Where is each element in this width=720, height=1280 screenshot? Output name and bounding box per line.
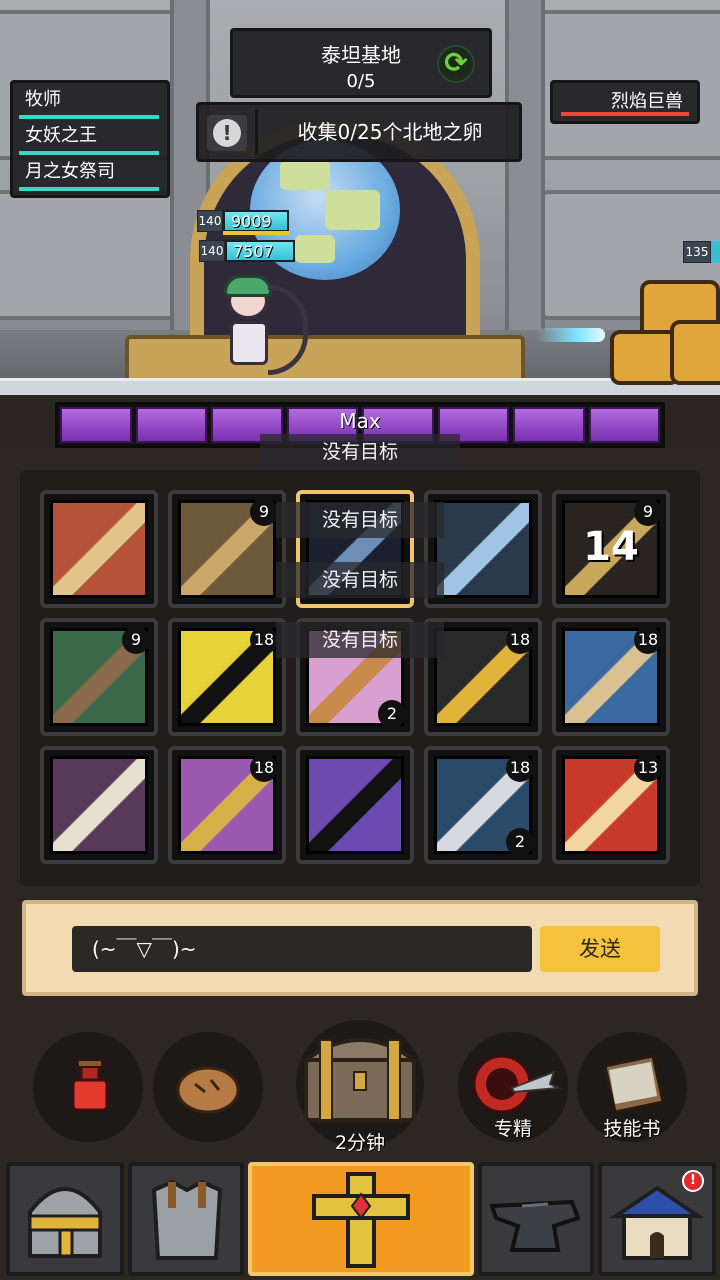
treasure-chest-icon [299,1038,421,1122]
golden-cross-icon [312,1172,410,1268]
party-member[interactable]: 月之女祭司 [13,155,167,191]
quest-text: 收集0/25个北地之卵 [297,120,483,144]
base-info-panel[interactable]: 泰坦基地 0/5 ⟳ [230,28,492,98]
boss-hp-bar [561,112,689,116]
anvil-icon [489,1199,581,1252]
skill-slot[interactable]: 18 [168,746,286,864]
no-target-tooltip: 没有目标 [260,434,460,470]
party-member[interactable]: 牧师 [13,83,167,119]
party-member[interactable]: 女妖之王 [13,119,167,155]
boss-panel[interactable]: 烈焰巨兽 [550,80,700,124]
potion-icon [71,1059,109,1112]
chest-button[interactable]: 2分钟 [296,1020,424,1154]
skill-countdown: 14 [583,524,639,570]
party-member-name: 牧师 [25,89,61,110]
ice-bolt-projectile [535,328,605,342]
wall-panel [0,190,180,320]
skill-slot[interactable]: 18 [552,618,670,736]
no-target-tooltip: 没有目标 [276,502,444,538]
hero-character[interactable] [210,275,308,385]
nav-anvil-tab[interactable] [478,1162,594,1276]
party-list: 牧师 女妖之王 月之女祭司 [10,80,170,198]
skill-slot[interactable] [296,746,414,864]
skill-slot[interactable]: 9 [168,490,286,608]
send-button[interactable]: 发送 [540,926,660,972]
skill-cooldown-badge: 13 [634,754,662,782]
bread-icon [176,1066,240,1114]
boss-name: 烈焰巨兽 [611,91,683,112]
skill-stack-badge: 2 [378,700,406,728]
nav-armor-tab[interactable] [128,1162,244,1276]
skill-cooldown-badge: 18 [250,754,278,782]
portal-shard [280,160,330,190]
chest-armor-icon [151,1179,223,1260]
potion-button[interactable] [33,1032,143,1142]
skill-cooldown-badge: 9 [250,498,278,526]
grin-teeth-icon [50,756,148,854]
skill-cooldown-badge: 18 [506,754,534,782]
pillar [505,0,545,330]
nav-talisman-tab[interactable] [248,1162,474,1276]
party-member-name: 女妖之王 [25,125,97,146]
notification-badge: ! [682,1170,704,1192]
refresh-icon[interactable]: ⟳ [437,45,475,83]
skill-slot[interactable] [40,490,158,608]
enemy-stat: 135 [683,241,720,263]
skill-cooldown-badge: 9 [634,498,662,526]
enemy-hp-value [711,241,720,263]
frost-rune-icon [434,500,532,598]
no-target-tooltip: 没有目标 [276,622,444,658]
helmet-icon [28,1187,102,1258]
portal-shard [295,235,335,263]
gate-base [125,335,525,383]
skillbook-label: 技能书 [603,1118,661,1140]
quest-panel[interactable]: ! 收集0/25个北地之卵 [196,102,522,162]
hero-shield-bar [223,231,289,235]
skill-cooldown-badge: 18 [634,626,662,654]
chat-input[interactable]: (~￣▽￣)~ [72,926,532,972]
specialization-button[interactable]: 专精 [458,1032,568,1142]
hero-level-label: 140 [197,210,223,232]
skillbook-button[interactable]: 技能书 [577,1032,687,1142]
enemy-character[interactable] [610,270,720,390]
chat-bar: (~￣▽￣)~ 发送 [22,900,698,996]
hero-body [230,321,268,365]
chest-timer: 2分钟 [334,1132,386,1154]
party-member-hp-bar [19,187,159,191]
quest-alert-button[interactable]: ! [207,115,247,151]
divider [255,109,258,155]
skill-cooldown-badge: 18 [250,626,278,654]
rage-bar-label: Max [339,409,381,433]
party-member-name: 月之女祭司 [25,161,115,182]
skill-slot[interactable] [40,746,158,864]
enemy-block [670,320,720,385]
portal-shard [325,190,380,230]
hero-level-label: 140 [199,240,225,262]
skill-slot[interactable]: 18 2 [424,746,542,864]
food-button[interactable] [153,1032,263,1142]
nav-helmet-tab[interactable] [6,1162,124,1276]
alert-icon: ! [213,119,241,147]
fire-slash-icon [50,500,148,598]
skill-cooldown-badge: 18 [506,626,534,654]
nav-town-tab[interactable]: ! [598,1162,716,1276]
skill-slot[interactable]: 13 [552,746,670,864]
enemy-level-label: 135 [683,241,711,263]
skill-cooldown-badge: 9 [122,626,150,654]
skill-slot[interactable]: 9 14 [552,490,670,608]
hero-shield-value: 9009 [223,210,289,232]
skill-slot[interactable]: 9 [40,618,158,736]
no-target-tooltip: 没有目标 [276,562,444,598]
hero-hair [224,275,272,297]
skill-stack-badge: 2 [506,828,534,856]
void-swirl-icon [306,756,404,854]
skill-slot[interactable]: 18 [168,618,286,736]
hero-hp-value: 7507 [225,240,295,262]
